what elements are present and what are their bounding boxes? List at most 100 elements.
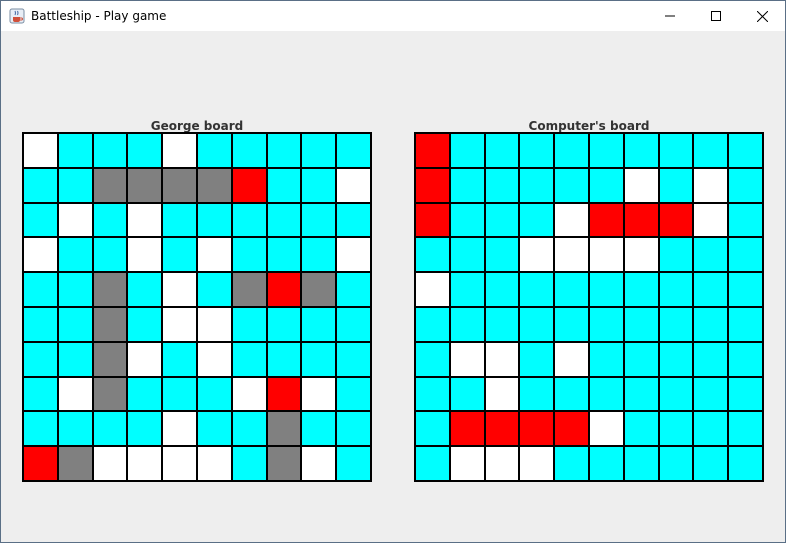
computer-board-cell-r5-c3[interactable] (519, 306, 555, 342)
computer-board-cell-r1-c3[interactable] (519, 167, 555, 203)
computer-board-cell-r0-c1[interactable] (449, 133, 485, 168)
computer-board-cell-r6-c4[interactable] (554, 341, 589, 377)
computer-board-cell-r8-c3[interactable] (519, 411, 555, 447)
computer-board-cell-r3-c4[interactable] (554, 237, 589, 273)
computer-board-cell-r9-c3[interactable] (519, 446, 555, 481)
computer-board-cell-r8-c4[interactable] (554, 411, 589, 447)
computer-board-cell-r6-c8[interactable] (693, 341, 729, 377)
computer-board-cell-r0-c3[interactable] (519, 133, 555, 168)
computer-board-cell-r4-c2[interactable] (484, 272, 520, 307)
computer-board-cell-r5-c4[interactable] (554, 306, 589, 342)
computer-board-cell-r7-c2[interactable] (484, 376, 520, 412)
computer-board-cell-r1-c4[interactable] (554, 167, 589, 203)
computer-board-cell-r9-c9[interactable] (728, 446, 763, 481)
computer-board-cell-r5-c9[interactable] (728, 306, 763, 342)
computer-board-cell-r5-c8[interactable] (693, 306, 729, 342)
computer-board-cell-r1-c2[interactable] (484, 167, 520, 203)
computer-board-cell-r0-c2[interactable] (484, 133, 520, 168)
computer-board-cell-r8-c0[interactable] (415, 411, 450, 447)
computer-board-cell-r6-c3[interactable] (519, 341, 555, 377)
computer-board-cell-r9-c4[interactable] (554, 446, 589, 481)
computer-board-cell-r1-c6[interactable] (623, 167, 659, 203)
computer-board-cell-r5-c2[interactable] (484, 306, 520, 342)
computer-board-cell-r7-c5[interactable] (588, 376, 624, 412)
computer-board-cell-r5-c7[interactable] (658, 306, 694, 342)
computer-board-cell-r2-c7[interactable] (658, 202, 694, 238)
computer-board-cell-r6-c7[interactable] (658, 341, 694, 377)
computer-board-cell-r2-c1[interactable] (449, 202, 485, 238)
computer-board-cell-r1-c0[interactable] (415, 167, 450, 203)
computer-board-cell-r0-c0[interactable] (415, 133, 450, 168)
computer-board-cell-r6-c6[interactable] (623, 341, 659, 377)
computer-board-cell-r9-c7[interactable] (658, 446, 694, 481)
computer-board-cell-r3-c7[interactable] (658, 237, 694, 273)
computer-board-cell-r3-c1[interactable] (449, 237, 485, 273)
computer-board-cell-r8-c7[interactable] (658, 411, 694, 447)
computer-board-cell-r4-c3[interactable] (519, 272, 555, 307)
computer-board-cell-r3-c9[interactable] (728, 237, 763, 273)
computer-board-cell-r5-c5[interactable] (588, 306, 624, 342)
computer-board-cell-r4-c1[interactable] (449, 272, 485, 307)
computer-board-cell-r6-c0[interactable] (415, 341, 450, 377)
computer-board-cell-r9-c2[interactable] (484, 446, 520, 481)
computer-board-cell-r9-c8[interactable] (693, 446, 729, 481)
computer-board-cell-r6-c5[interactable] (588, 341, 624, 377)
computer-board-cell-r2-c3[interactable] (519, 202, 555, 238)
computer-board-cell-r5-c6[interactable] (623, 306, 659, 342)
computer-board-cell-r1-c8[interactable] (693, 167, 729, 203)
title-bar[interactable]: Battleship - Play game (1, 1, 785, 31)
computer-board-cell-r2-c9[interactable] (728, 202, 763, 238)
computer-board-cell-r8-c8[interactable] (693, 411, 729, 447)
computer-board-cell-r1-c1[interactable] (449, 167, 485, 203)
computer-board-cell-r8-c5[interactable] (588, 411, 624, 447)
close-button[interactable] (739, 1, 785, 31)
computer-board-cell-r0-c7[interactable] (658, 133, 694, 168)
computer-board-cell-r0-c8[interactable] (693, 133, 729, 168)
computer-board-cell-r0-c9[interactable] (728, 133, 763, 168)
computer-board-cell-r6-c1[interactable] (449, 341, 485, 377)
computer-board-cell-r8-c6[interactable] (623, 411, 659, 447)
computer-board-cell-r9-c0[interactable] (415, 446, 450, 481)
computer-board-cell-r0-c6[interactable] (623, 133, 659, 168)
computer-board-cell-r3-c8[interactable] (693, 237, 729, 273)
computer-board-cell-r6-c2[interactable] (484, 341, 520, 377)
computer-board-cell-r2-c8[interactable] (693, 202, 729, 238)
computer-board-cell-r5-c1[interactable] (449, 306, 485, 342)
computer-board-cell-r1-c7[interactable] (658, 167, 694, 203)
computer-board-cell-r5-c0[interactable] (415, 306, 450, 342)
computer-board-cell-r7-c9[interactable] (728, 376, 763, 412)
computer-board-cell-r9-c1[interactable] (449, 446, 485, 481)
computer-board-cell-r2-c4[interactable] (554, 202, 589, 238)
computer-board-cell-r8-c1[interactable] (449, 411, 485, 447)
maximize-button[interactable] (693, 1, 739, 31)
computer-board-cell-r9-c6[interactable] (623, 446, 659, 481)
computer-board-cell-r3-c6[interactable] (623, 237, 659, 273)
computer-board-cell-r1-c5[interactable] (588, 167, 624, 203)
computer-board-cell-r2-c5[interactable] (588, 202, 624, 238)
computer-board-cell-r4-c7[interactable] (658, 272, 694, 307)
computer-board-cell-r4-c5[interactable] (588, 272, 624, 307)
computer-board-cell-r3-c3[interactable] (519, 237, 555, 273)
computer-board-cell-r3-c0[interactable] (415, 237, 450, 273)
computer-board-cell-r4-c0[interactable] (415, 272, 450, 307)
computer-board-cell-r7-c7[interactable] (658, 376, 694, 412)
computer-board-cell-r1-c9[interactable] (728, 167, 763, 203)
computer-board-cell-r4-c8[interactable] (693, 272, 729, 307)
computer-board-cell-r4-c9[interactable] (728, 272, 763, 307)
computer-board-cell-r9-c5[interactable] (588, 446, 624, 481)
computer-board-cell-r7-c3[interactable] (519, 376, 555, 412)
computer-board-cell-r6-c9[interactable] (728, 341, 763, 377)
computer-board-cell-r3-c2[interactable] (484, 237, 520, 273)
computer-board-cell-r3-c5[interactable] (588, 237, 624, 273)
computer-board-cell-r4-c6[interactable] (623, 272, 659, 307)
computer-board-cell-r2-c2[interactable] (484, 202, 520, 238)
computer-board-cell-r7-c0[interactable] (415, 376, 450, 412)
computer-board-cell-r8-c2[interactable] (484, 411, 520, 447)
computer-board-cell-r7-c1[interactable] (449, 376, 485, 412)
computer-board-cell-r4-c4[interactable] (554, 272, 589, 307)
computer-board-cell-r2-c6[interactable] (623, 202, 659, 238)
minimize-button[interactable] (647, 1, 693, 31)
computer-board-cell-r7-c4[interactable] (554, 376, 589, 412)
computer-board-cell-r0-c4[interactable] (554, 133, 589, 168)
computer-board-cell-r0-c5[interactable] (588, 133, 624, 168)
